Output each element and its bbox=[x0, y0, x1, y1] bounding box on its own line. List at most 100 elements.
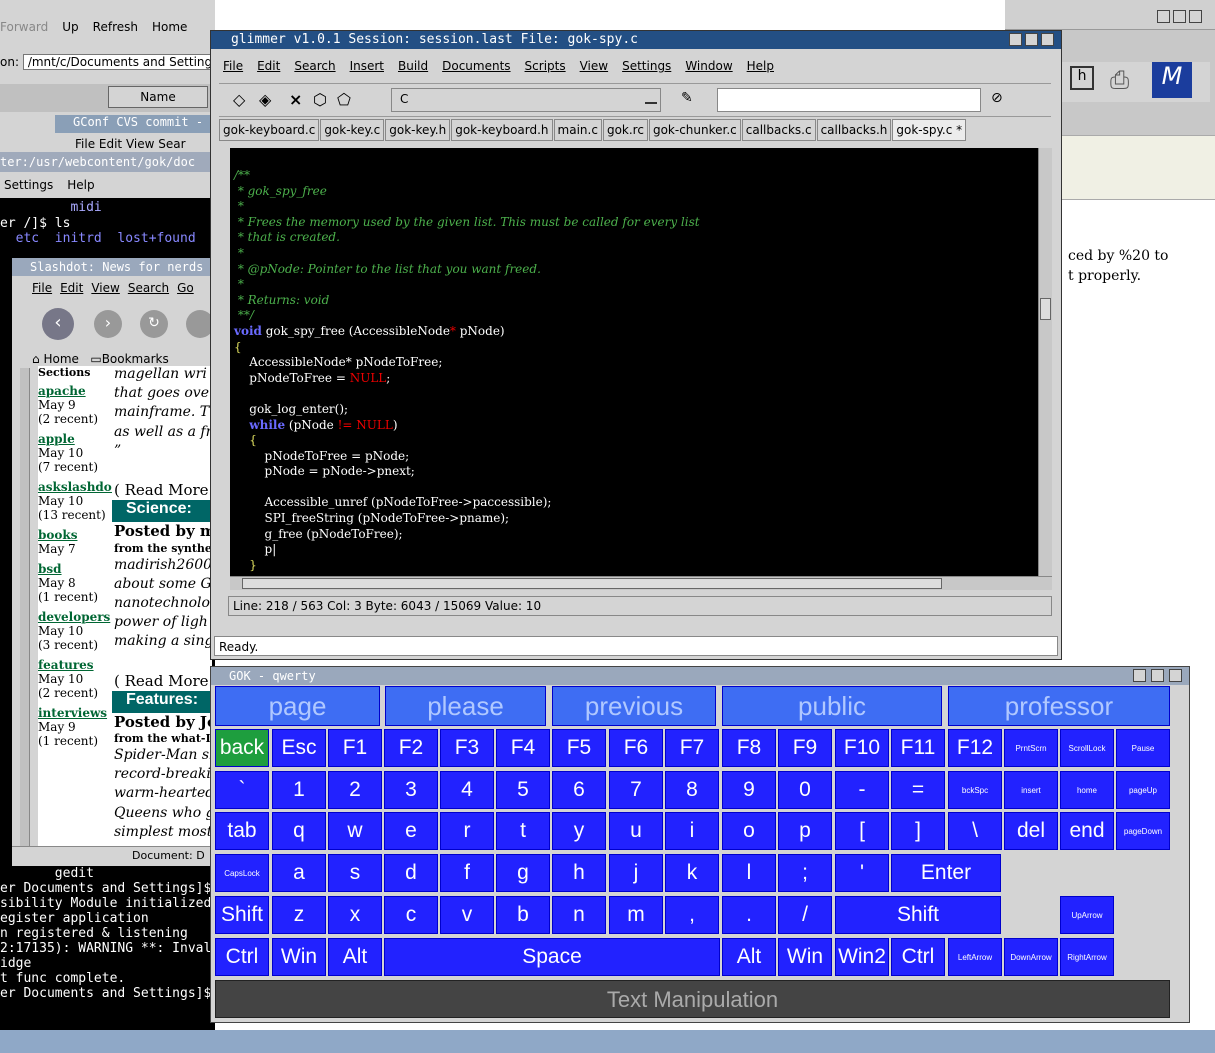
location-input[interactable]: /mnt/c/Documents and Settings bbox=[22, 54, 224, 70]
name-column-header[interactable]: Name bbox=[108, 86, 208, 108]
section-link[interactable]: apache bbox=[38, 384, 112, 398]
key-leftarrow[interactable]: LeftArrow bbox=[948, 938, 1002, 976]
menu-window[interactable]: Window bbox=[685, 59, 732, 73]
copy-icon[interactable]: ⬡ bbox=[313, 90, 327, 109]
key-insert[interactable]: insert bbox=[1004, 771, 1058, 809]
key-b[interactable]: b bbox=[496, 896, 550, 934]
key-ctrl[interactable]: Ctrl bbox=[891, 938, 945, 976]
key-x[interactable]: x bbox=[328, 896, 382, 934]
key-v[interactable]: v bbox=[440, 896, 494, 934]
key-[interactable]: ' bbox=[835, 854, 889, 892]
key-f[interactable]: f bbox=[440, 854, 494, 892]
menu-insert[interactable]: Insert bbox=[350, 59, 384, 73]
open-icon[interactable]: ◈ bbox=[259, 90, 271, 109]
key-a[interactable]: a bbox=[272, 854, 326, 892]
menu-file[interactable]: File bbox=[32, 281, 52, 295]
editor-vscroll[interactable] bbox=[1038, 148, 1052, 576]
pencil-icon[interactable]: ✎ bbox=[681, 90, 693, 106]
maximize-icon[interactable] bbox=[1151, 669, 1164, 682]
key-o[interactable]: o bbox=[722, 812, 776, 850]
key-s[interactable]: s bbox=[328, 854, 382, 892]
key-f5[interactable]: F5 bbox=[552, 729, 606, 767]
home-button[interactable]: Home bbox=[152, 20, 187, 34]
new-icon[interactable]: ◇ bbox=[233, 90, 245, 109]
key-f1[interactable]: F1 bbox=[328, 729, 382, 767]
key-shift[interactable]: Shift bbox=[215, 896, 269, 934]
tab-main-c[interactable]: main.c bbox=[553, 119, 602, 141]
key-k[interactable]: k bbox=[665, 854, 719, 892]
forward-nav-icon[interactable]: › bbox=[94, 310, 122, 338]
key-3[interactable]: 3 bbox=[384, 771, 438, 809]
key-tab[interactable]: tab bbox=[215, 812, 269, 850]
menu-build[interactable]: Build bbox=[398, 59, 428, 73]
key-back[interactable]: back bbox=[215, 729, 269, 767]
key-7[interactable]: 7 bbox=[609, 771, 663, 809]
key-f4[interactable]: F4 bbox=[496, 729, 550, 767]
tab-callbacks-c[interactable]: callbacks.c bbox=[741, 119, 816, 141]
key-n[interactable]: n bbox=[552, 896, 606, 934]
word-prediction-public[interactable]: public bbox=[722, 686, 942, 726]
key-i[interactable]: i bbox=[665, 812, 719, 850]
editor-hscroll[interactable] bbox=[230, 576, 1052, 590]
section-link[interactable]: features bbox=[38, 658, 112, 672]
key-[interactable]: ] bbox=[891, 812, 945, 850]
language-select[interactable]: C bbox=[391, 88, 661, 112]
key-f6[interactable]: F6 bbox=[609, 729, 663, 767]
minimize-icon[interactable] bbox=[1157, 10, 1170, 23]
key-d[interactable]: d bbox=[384, 854, 438, 892]
key-downarrow[interactable]: DownArrow bbox=[1004, 938, 1058, 976]
vscroll-thumb[interactable] bbox=[1040, 298, 1051, 320]
key-rightarrow[interactable]: RightArrow bbox=[1060, 938, 1114, 976]
word-prediction-page[interactable]: page bbox=[215, 686, 380, 726]
tab-callbacks-h[interactable]: callbacks.h bbox=[816, 119, 892, 141]
forward-button[interactable]: Forward bbox=[0, 20, 48, 34]
key-prntscrn[interactable]: PrntScrn bbox=[1004, 729, 1058, 767]
key-shift[interactable]: Shift bbox=[835, 896, 1001, 934]
key-r[interactable]: r bbox=[440, 812, 494, 850]
key-scrolllock[interactable]: ScrollLock bbox=[1060, 729, 1114, 767]
section-link[interactable]: askslashdot bbox=[38, 480, 112, 494]
maximize-icon[interactable] bbox=[1025, 33, 1038, 46]
search-go-icon[interactable]: ⊘ bbox=[991, 90, 1003, 106]
key-end[interactable]: end bbox=[1060, 812, 1114, 850]
key-alt[interactable]: Alt bbox=[722, 938, 776, 976]
key-t[interactable]: t bbox=[496, 812, 550, 850]
minimize-icon[interactable] bbox=[1009, 33, 1022, 46]
menu-help[interactable]: Help bbox=[747, 59, 774, 73]
key-z[interactable]: z bbox=[272, 896, 326, 934]
key-alt[interactable]: Alt bbox=[328, 938, 382, 976]
menu-search[interactable]: Search bbox=[128, 281, 169, 295]
key-f9[interactable]: F9 bbox=[778, 729, 832, 767]
key-[interactable]: ; bbox=[778, 854, 832, 892]
key-f3[interactable]: F3 bbox=[440, 729, 494, 767]
hscroll-thumb[interactable] bbox=[242, 578, 942, 589]
tab-gok-keyboard-h[interactable]: gok-keyboard.h bbox=[451, 119, 553, 141]
close-icon[interactable] bbox=[1169, 669, 1182, 682]
tab-gok-chunker-c[interactable]: gok-chunker.c bbox=[648, 119, 741, 141]
print-icon[interactable]: ⎙ bbox=[1110, 66, 1129, 94]
key-bckspc[interactable]: bckSpc bbox=[948, 771, 1002, 809]
menu-file[interactable]: File bbox=[223, 59, 243, 73]
key-6[interactable]: 6 bbox=[552, 771, 606, 809]
key-pageup[interactable]: pageUp bbox=[1116, 771, 1170, 809]
key-f10[interactable]: F10 bbox=[835, 729, 889, 767]
menu-go[interactable]: Go bbox=[177, 281, 194, 295]
help-menu[interactable]: Help bbox=[67, 178, 94, 192]
reload-icon[interactable]: ↻ bbox=[140, 310, 168, 338]
key-ctrl[interactable]: Ctrl bbox=[215, 938, 269, 976]
key-uparrow[interactable]: UpArrow bbox=[1060, 896, 1114, 934]
menu-edit[interactable]: Edit bbox=[60, 281, 83, 295]
key-j[interactable]: j bbox=[609, 854, 663, 892]
key-f7[interactable]: F7 bbox=[665, 729, 719, 767]
key-win2[interactable]: Win2 bbox=[835, 938, 889, 976]
key-[interactable]: , bbox=[665, 896, 719, 934]
key-q[interactable]: q bbox=[272, 812, 326, 850]
tab-gok-spy-c-[interactable]: gok-spy.c * bbox=[892, 119, 967, 141]
key-g[interactable]: g bbox=[496, 854, 550, 892]
key-e[interactable]: e bbox=[384, 812, 438, 850]
key-[interactable]: . bbox=[722, 896, 776, 934]
back-nav-icon[interactable]: ‹ bbox=[42, 308, 74, 340]
key-[interactable]: - bbox=[835, 771, 889, 809]
word-prediction-professor[interactable]: professor bbox=[948, 686, 1170, 726]
cut-icon[interactable]: × bbox=[289, 90, 302, 109]
